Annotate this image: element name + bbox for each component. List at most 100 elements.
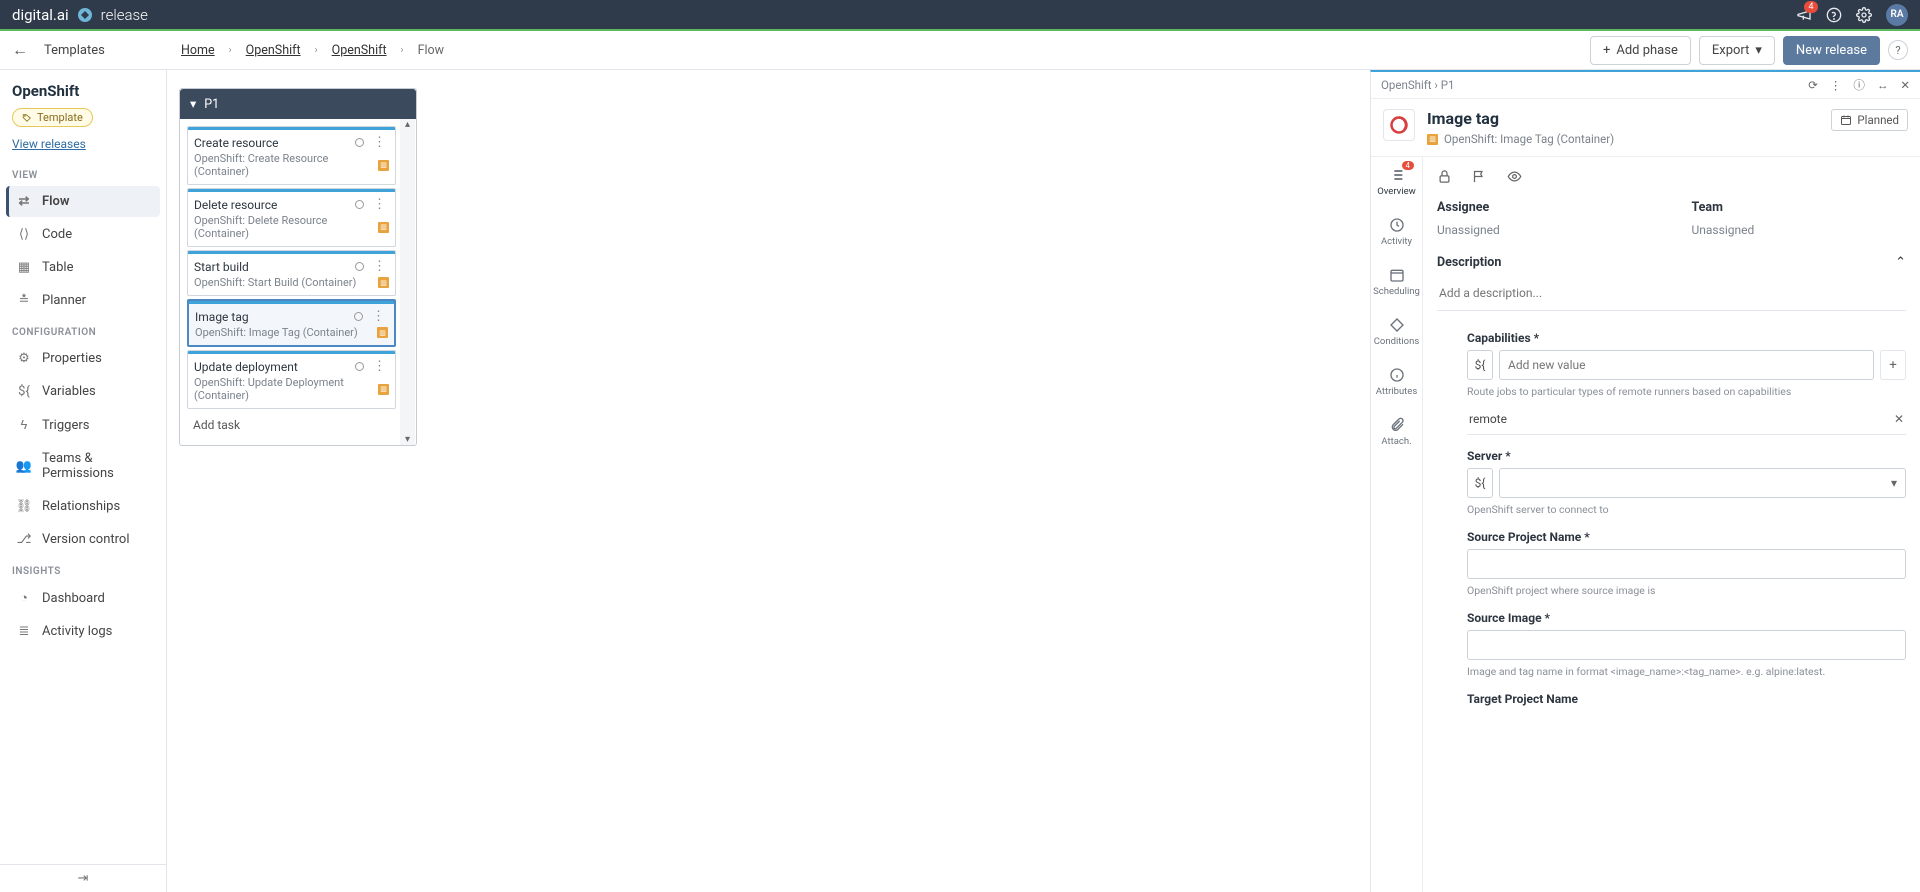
assignee-label: Assignee [1437, 200, 1652, 215]
sidebar-item-code[interactable]: ⟨⟩Code [6, 219, 160, 250]
source-image-input[interactable] [1467, 630, 1906, 660]
source-project-hint: OpenShift project where source image is [1467, 584, 1906, 597]
sidebar-item-activity[interactable]: ≣Activity logs [6, 616, 160, 647]
tab-attachments[interactable]: Attach. [1371, 407, 1422, 457]
close-icon[interactable]: ✕ [1900, 78, 1910, 92]
task-subtype: OpenShift: Start Build (Container) [194, 276, 374, 289]
calendar-icon [1389, 267, 1405, 283]
task-card[interactable]: Delete resource ⋮ OpenShift: Delete Resour… [187, 188, 396, 247]
capabilities-hint: Route jobs to particular types of remote… [1467, 385, 1906, 398]
variable-button[interactable]: ${ [1467, 468, 1493, 498]
chevron-right-icon: › [401, 45, 404, 56]
gear-icon[interactable] [1856, 7, 1872, 23]
variable-button[interactable]: ${ [1467, 350, 1493, 380]
branch-icon: ⎇ [16, 532, 32, 547]
users-icon: 👥 [16, 459, 32, 474]
task-title: Delete resource [194, 198, 355, 212]
context-help-icon[interactable]: ? [1888, 40, 1908, 60]
sidebar-item-teams[interactable]: 👥Teams & Permissions [6, 443, 160, 489]
task-card[interactable]: Image tag⋮OpenShift: Image Tag (Containe… [187, 299, 396, 347]
refresh-icon[interactable]: ⟳ [1808, 78, 1818, 92]
task-menu-icon[interactable]: ⋮ [370, 359, 389, 374]
flow-canvas[interactable]: ▾P1 Create resource⋮OpenShift: Create Re… [167, 70, 1370, 892]
view-releases-link[interactable]: View releases [12, 137, 86, 151]
tab-conditions[interactable]: Conditions [1371, 307, 1422, 357]
sidebar-item-dashboard[interactable]: ◔Dashboard [6, 582, 160, 614]
task-menu-icon[interactable]: ⋮ [370, 259, 389, 274]
eye-icon[interactable] [1507, 169, 1522, 184]
task-menu-icon[interactable]: ⋮ [370, 197, 389, 212]
scroll-down-icon[interactable]: ▾ [405, 434, 410, 445]
expand-icon[interactable]: ↔ [1877, 78, 1889, 92]
scroll-up-icon[interactable]: ▴ [405, 119, 410, 130]
task-card[interactable]: Create resource⋮OpenShift: Create Resour… [187, 126, 396, 185]
sidebar-item-planner[interactable]: ≛Planner [6, 285, 160, 316]
flag-icon[interactable] [1472, 169, 1487, 184]
container-icon: ▥ [378, 160, 389, 171]
brand-name: digital.ai [12, 6, 69, 24]
task-title: Update deployment [194, 360, 355, 374]
server-select[interactable]: ▾ [1499, 468, 1906, 498]
container-icon: ▥ [378, 277, 389, 288]
phase-card: ▾P1 Create resource⋮OpenShift: Create Re… [179, 88, 417, 446]
help-icon[interactable] [1826, 7, 1842, 23]
flow-icon: ⇄ [16, 194, 32, 209]
sidebar-item-version[interactable]: ⎇Version control [6, 524, 160, 555]
toolbar-context[interactable]: Templates [44, 43, 105, 58]
capabilities-input[interactable] [1499, 350, 1874, 380]
task-subtype: OpenShift: Delete Resource (Container) [194, 214, 374, 240]
template-pill[interactable]: Template [12, 108, 93, 127]
phase-header[interactable]: ▾P1 [180, 89, 416, 119]
task-menu-icon[interactable]: ⋮ [369, 309, 388, 324]
description-toggle[interactable]: Description⌃ [1423, 247, 1920, 278]
add-phase-button[interactable]: +Add phase [1590, 36, 1691, 65]
status-dropdown[interactable]: Planned [1831, 109, 1908, 131]
tab-attributes[interactable]: Attributes [1371, 357, 1422, 407]
add-capability-button[interactable]: + [1880, 350, 1906, 380]
export-button[interactable]: Export▾ [1699, 36, 1775, 65]
sidebar-item-relationships[interactable]: ⛓Relationships [6, 491, 160, 522]
task-menu-icon[interactable]: ⋮ [370, 135, 389, 150]
source-project-input[interactable] [1467, 549, 1906, 579]
new-release-button[interactable]: New release [1783, 36, 1880, 65]
status-icon [355, 362, 364, 371]
lock-icon[interactable] [1437, 169, 1452, 184]
assignee-value[interactable]: Unassigned [1437, 223, 1652, 237]
team-value[interactable]: Unassigned [1692, 223, 1907, 237]
link-icon: ⛓ [16, 499, 32, 514]
paperclip-icon [1389, 417, 1405, 433]
more-icon[interactable]: ⋮ [1830, 78, 1842, 92]
clock-icon [1389, 217, 1405, 233]
sidebar-item-flow[interactable]: ⇄Flow [6, 186, 160, 217]
list-icon [1389, 167, 1405, 183]
sliders-icon: ⚙ [16, 351, 32, 366]
diamond-icon [1389, 317, 1405, 333]
phase-scrollbar[interactable]: ▴▾ [400, 119, 415, 445]
source-image-hint: Image and tag name in format <image_name… [1467, 665, 1906, 678]
announcement-icon[interactable]: 4 [1796, 7, 1812, 23]
task-card[interactable]: Start build⋮OpenShift: Start Build (Cont… [187, 250, 396, 296]
capability-chip: remote✕ [1467, 406, 1906, 435]
sidebar-item-properties[interactable]: ⚙Properties [6, 343, 160, 374]
add-task-button[interactable]: Add task [187, 412, 396, 438]
sidebar-item-variables[interactable]: ${Variables [6, 376, 160, 407]
crumb-home[interactable]: Home [181, 43, 215, 58]
avatar[interactable]: RA [1886, 4, 1908, 26]
tab-activity[interactable]: Activity [1371, 207, 1422, 257]
sidebar-collapse[interactable]: ⇥ [0, 864, 166, 892]
sidebar-item-triggers[interactable]: ϟTriggers [6, 409, 160, 441]
topbar: digital.ai release 4 RA [0, 0, 1920, 31]
task-card[interactable]: Update deployment⋮OpenShift: Update Depl… [187, 350, 396, 409]
tab-overview[interactable]: 4Overview [1371, 157, 1422, 207]
crumb-template[interactable]: OpenShift [332, 43, 387, 58]
crumb-folder[interactable]: OpenShift [246, 43, 301, 58]
panel-breadcrumb[interactable]: OpenShift › P1 [1381, 78, 1796, 92]
container-icon: ▥ [377, 327, 388, 338]
description-input[interactable] [1437, 280, 1906, 311]
server-label: Server * [1467, 449, 1906, 463]
remove-chip-icon[interactable]: ✕ [1894, 412, 1904, 426]
info-icon[interactable]: ⓘ [1853, 77, 1865, 93]
tab-scheduling[interactable]: Scheduling [1371, 257, 1422, 307]
back-icon[interactable]: ← [12, 40, 28, 60]
sidebar-item-table[interactable]: ▦Table [6, 252, 160, 283]
